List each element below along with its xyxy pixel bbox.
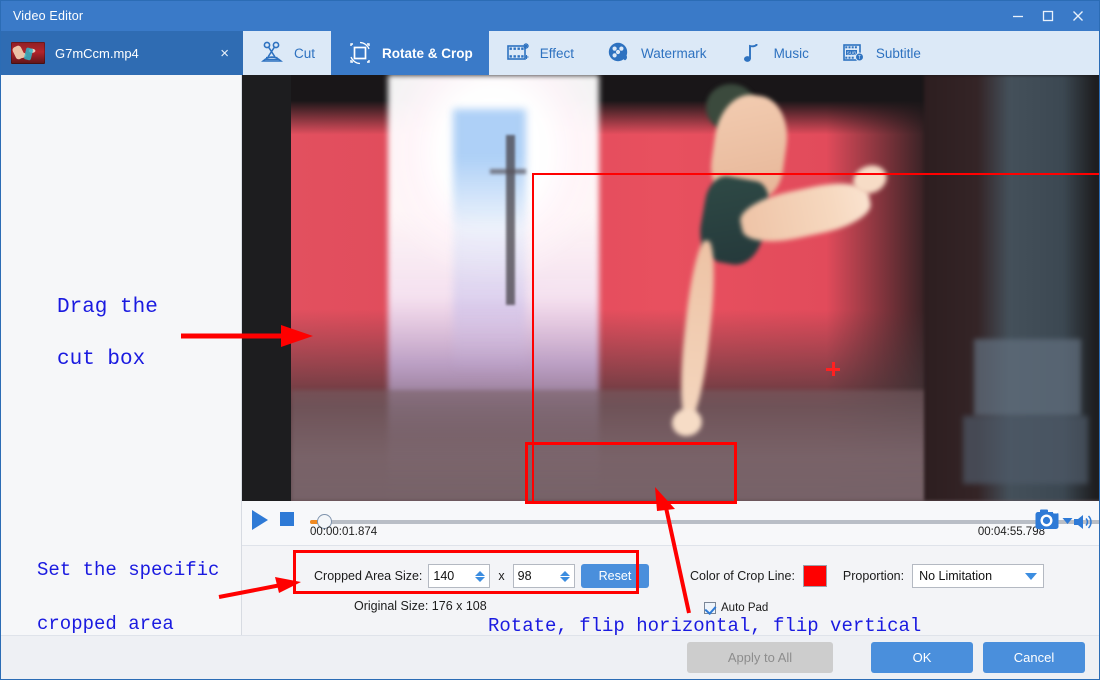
tab-watermark-label: Watermark bbox=[641, 46, 707, 61]
cropped-area-row: Cropped Area Size: x Reset bbox=[314, 564, 649, 588]
annotation-set-line1: Set the specific bbox=[37, 549, 219, 591]
cropped-area-label: Cropped Area Size: bbox=[314, 569, 422, 583]
mode-tabs: Cut Rotate & Crop bbox=[243, 31, 1100, 75]
proportion-value: No Limitation bbox=[919, 569, 992, 583]
file-tab[interactable]: G7mCcm.mp4 × bbox=[1, 31, 243, 75]
tab-music[interactable]: Music bbox=[723, 31, 825, 75]
film-sparkle-icon bbox=[505, 40, 531, 66]
crop-rotate-icon bbox=[347, 40, 373, 66]
close-icon[interactable]: × bbox=[216, 44, 233, 63]
crop-line-color-swatch[interactable] bbox=[803, 565, 827, 587]
stepper-arrows[interactable] bbox=[475, 571, 485, 582]
music-note-icon bbox=[739, 40, 765, 66]
crop-line-row: Color of Crop Line: Proportion: No Limit… bbox=[690, 564, 1044, 588]
video-editor-window: Video Editor G7mCcm.mp4 × bbox=[0, 0, 1100, 680]
tab-rotate-crop[interactable]: Rotate & Crop bbox=[331, 31, 489, 75]
tab-effect-label: Effect bbox=[540, 46, 574, 61]
camera-icon[interactable] bbox=[1035, 509, 1061, 536]
proportion-label: Proportion: bbox=[843, 569, 904, 583]
dimension-separator: x bbox=[498, 569, 504, 583]
tab-subtitle[interactable]: SUB T Subtitle bbox=[825, 31, 937, 75]
video-light-secondary bbox=[453, 109, 526, 373]
crop-center-marker bbox=[826, 362, 840, 376]
proportion-select[interactable]: No Limitation bbox=[912, 564, 1044, 588]
stepper-up-icon[interactable] bbox=[560, 571, 570, 576]
maximize-icon[interactable] bbox=[1033, 1, 1063, 31]
annotation-drag-line2: cut box bbox=[57, 339, 145, 381]
chevron-down-icon[interactable] bbox=[1062, 517, 1073, 527]
watermark-drop-icon bbox=[606, 40, 632, 66]
video-thumbnail bbox=[11, 42, 45, 64]
video-right-wall bbox=[924, 75, 1100, 501]
cancel-button[interactable]: Cancel bbox=[983, 642, 1085, 673]
current-time: 00:00:01.874 bbox=[310, 526, 377, 538]
play-icon[interactable] bbox=[250, 509, 270, 536]
subtitle-icon: SUB T bbox=[841, 40, 867, 66]
title-bar: Video Editor bbox=[1, 1, 1100, 31]
stepper-up-icon[interactable] bbox=[475, 571, 485, 576]
chevron-down-icon[interactable] bbox=[1025, 573, 1037, 580]
crop-width-input[interactable] bbox=[429, 569, 467, 583]
scissors-icon bbox=[259, 40, 285, 66]
crop-width-stepper[interactable] bbox=[428, 564, 490, 588]
file-tab-label: G7mCcm.mp4 bbox=[55, 46, 139, 61]
volume-icon[interactable] bbox=[1073, 513, 1095, 536]
tab-watermark[interactable]: Watermark bbox=[590, 31, 723, 75]
minimize-icon[interactable] bbox=[1003, 1, 1033, 31]
stepper-down-icon[interactable] bbox=[560, 577, 570, 582]
video-pole-bar bbox=[490, 169, 526, 174]
stepper-arrows[interactable] bbox=[560, 571, 570, 582]
video-dancer bbox=[672, 84, 883, 476]
tab-effect[interactable]: Effect bbox=[489, 31, 590, 75]
video-pole bbox=[506, 135, 515, 305]
video-preview[interactable] bbox=[291, 75, 1100, 501]
tab-music-label: Music bbox=[774, 46, 809, 61]
annotation-drag-line1: Drag the bbox=[57, 287, 158, 329]
reset-button[interactable]: Reset bbox=[581, 564, 650, 588]
annotation-arrow-drag bbox=[181, 321, 321, 361]
original-size-label: Original Size: 176 x 108 bbox=[354, 599, 487, 613]
stepper-down-icon[interactable] bbox=[475, 577, 485, 582]
annotation-arrow-set bbox=[219, 579, 309, 609]
window-controls bbox=[1003, 1, 1100, 31]
toolbar-row: G7mCcm.mp4 × Cut bbox=[1, 31, 1100, 75]
stop-icon[interactable] bbox=[280, 512, 294, 526]
tab-cut-label: Cut bbox=[294, 46, 315, 61]
annotation-set-line2: cropped area bbox=[37, 603, 174, 645]
annotation-arrow-rotate bbox=[651, 487, 711, 617]
tab-rotate-crop-label: Rotate & Crop bbox=[382, 46, 473, 61]
tab-cut[interactable]: Cut bbox=[243, 31, 331, 75]
crop-height-input[interactable] bbox=[514, 569, 552, 583]
crop-height-stepper[interactable] bbox=[513, 564, 575, 588]
preview-stage[interactable] bbox=[242, 75, 1100, 501]
svg-text:SUB: SUB bbox=[847, 50, 856, 55]
tab-subtitle-label: Subtitle bbox=[876, 46, 921, 61]
window-title: Video Editor bbox=[13, 9, 83, 23]
close-icon[interactable] bbox=[1063, 1, 1093, 31]
